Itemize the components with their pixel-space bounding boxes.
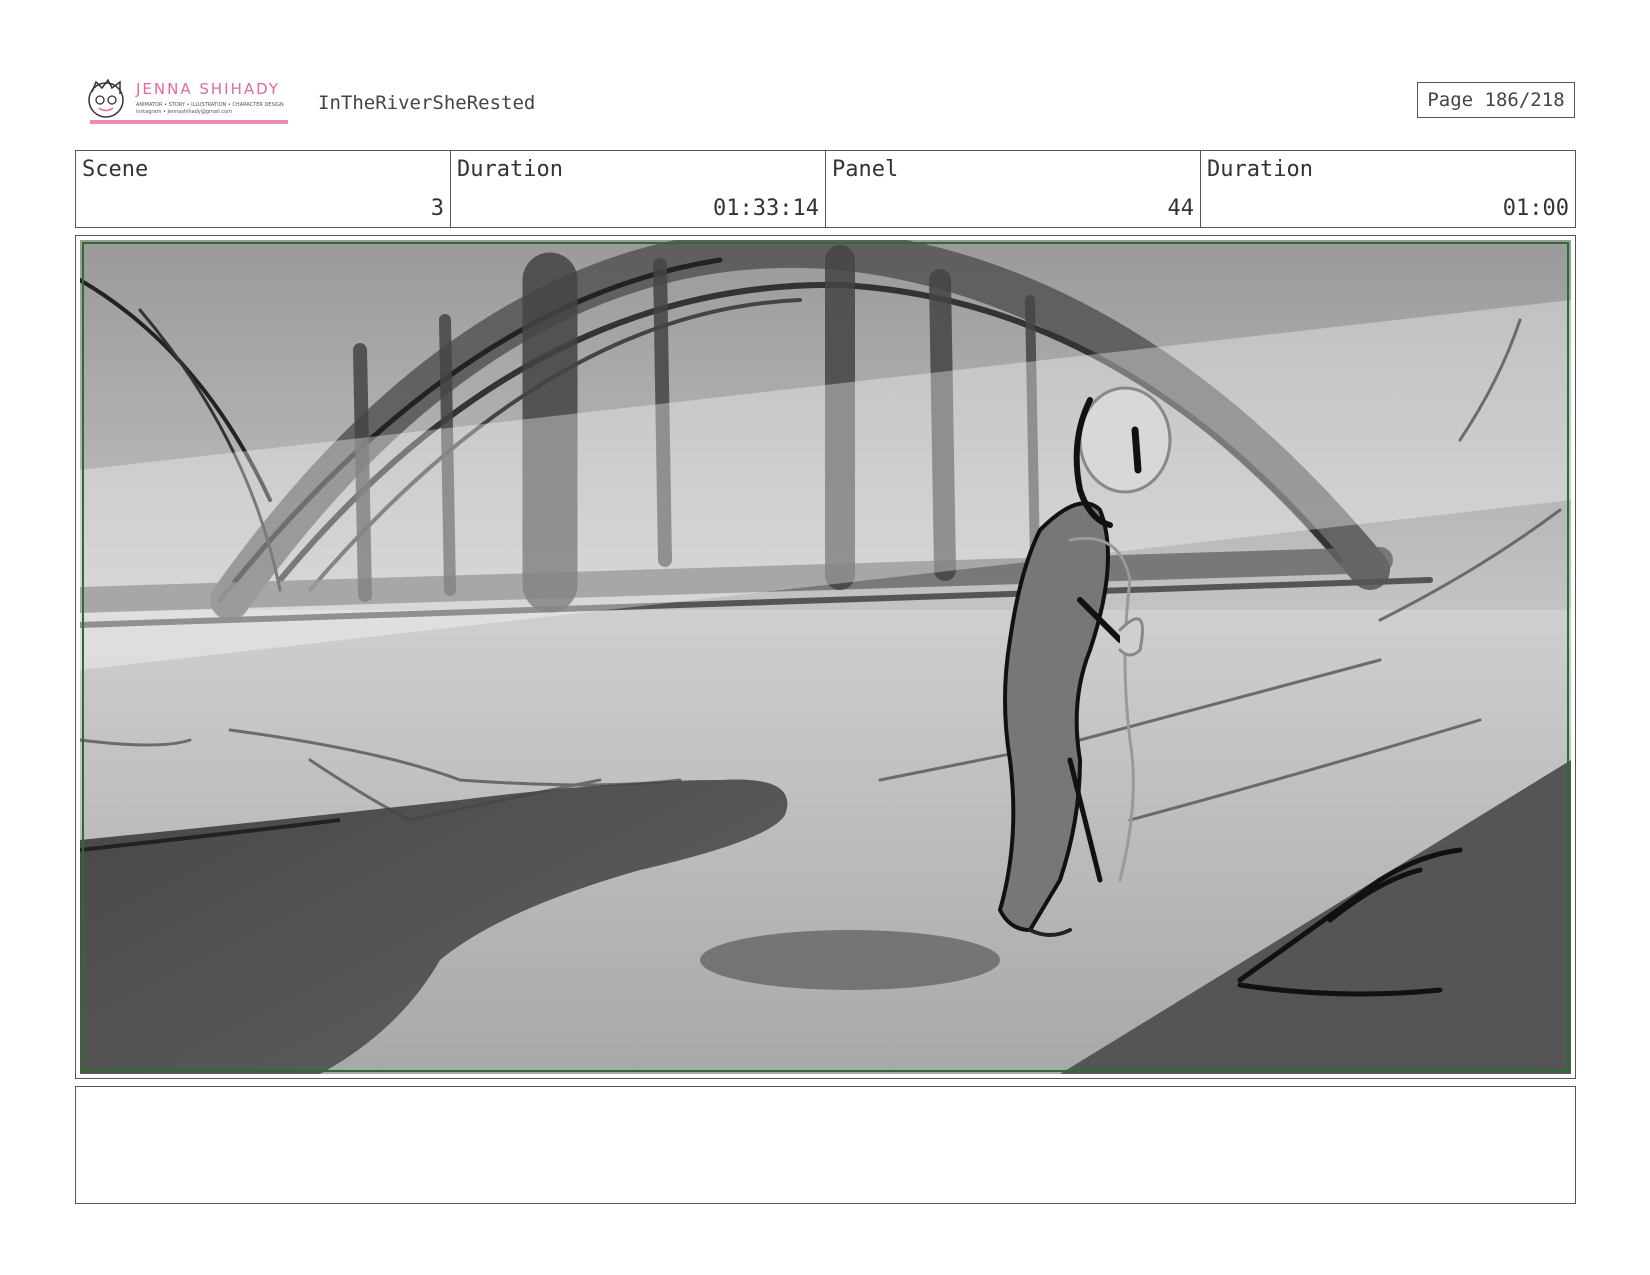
page-number-box: Page 186/218 [1417, 82, 1575, 118]
panel-cell: Panel 44 [826, 151, 1201, 227]
panel-duration-label: Duration [1207, 157, 1313, 182]
scene-duration-value: 01:33:14 [713, 196, 819, 221]
panel-value: 44 [1167, 196, 1195, 221]
panel-label: Panel [832, 157, 899, 182]
artist-avatar-icon [88, 78, 124, 118]
page-number: Page 186/218 [1427, 89, 1565, 111]
character-eye [1131, 426, 1142, 474]
scene-cell: Scene 3 [76, 151, 451, 227]
storyboard-panel-frame [75, 235, 1576, 1079]
storyboard-sketch [80, 240, 1571, 1074]
scene-duration-label: Duration [457, 157, 563, 182]
panel-info-row: Scene 3 Duration 01:33:14 Panel 44 Durat… [75, 150, 1576, 228]
scene-label: Scene [82, 157, 149, 182]
scene-value: 3 [430, 196, 444, 221]
artist-logo: JENNA SHIHADY ANIMATOR • STORY • ILLUSTR… [84, 76, 290, 126]
logo-underline [90, 120, 288, 124]
panel-duration-value: 01:00 [1502, 196, 1569, 221]
scene-duration-cell: Duration 01:33:14 [451, 151, 826, 227]
artist-name: JENNA SHIHADY [136, 80, 281, 98]
figure-shadow [700, 930, 1000, 990]
artist-tagline: ANIMATOR • STORY • ILLUSTRATION • CHARAC… [136, 102, 284, 108]
panel-notes-box [75, 1086, 1576, 1204]
character-head [1078, 386, 1172, 494]
artist-contact: instagram • jennashihady@gmail.com [136, 109, 233, 115]
project-title: InTheRiverSheRested [318, 92, 536, 114]
panel-duration-cell: Duration 01:00 [1201, 151, 1575, 227]
